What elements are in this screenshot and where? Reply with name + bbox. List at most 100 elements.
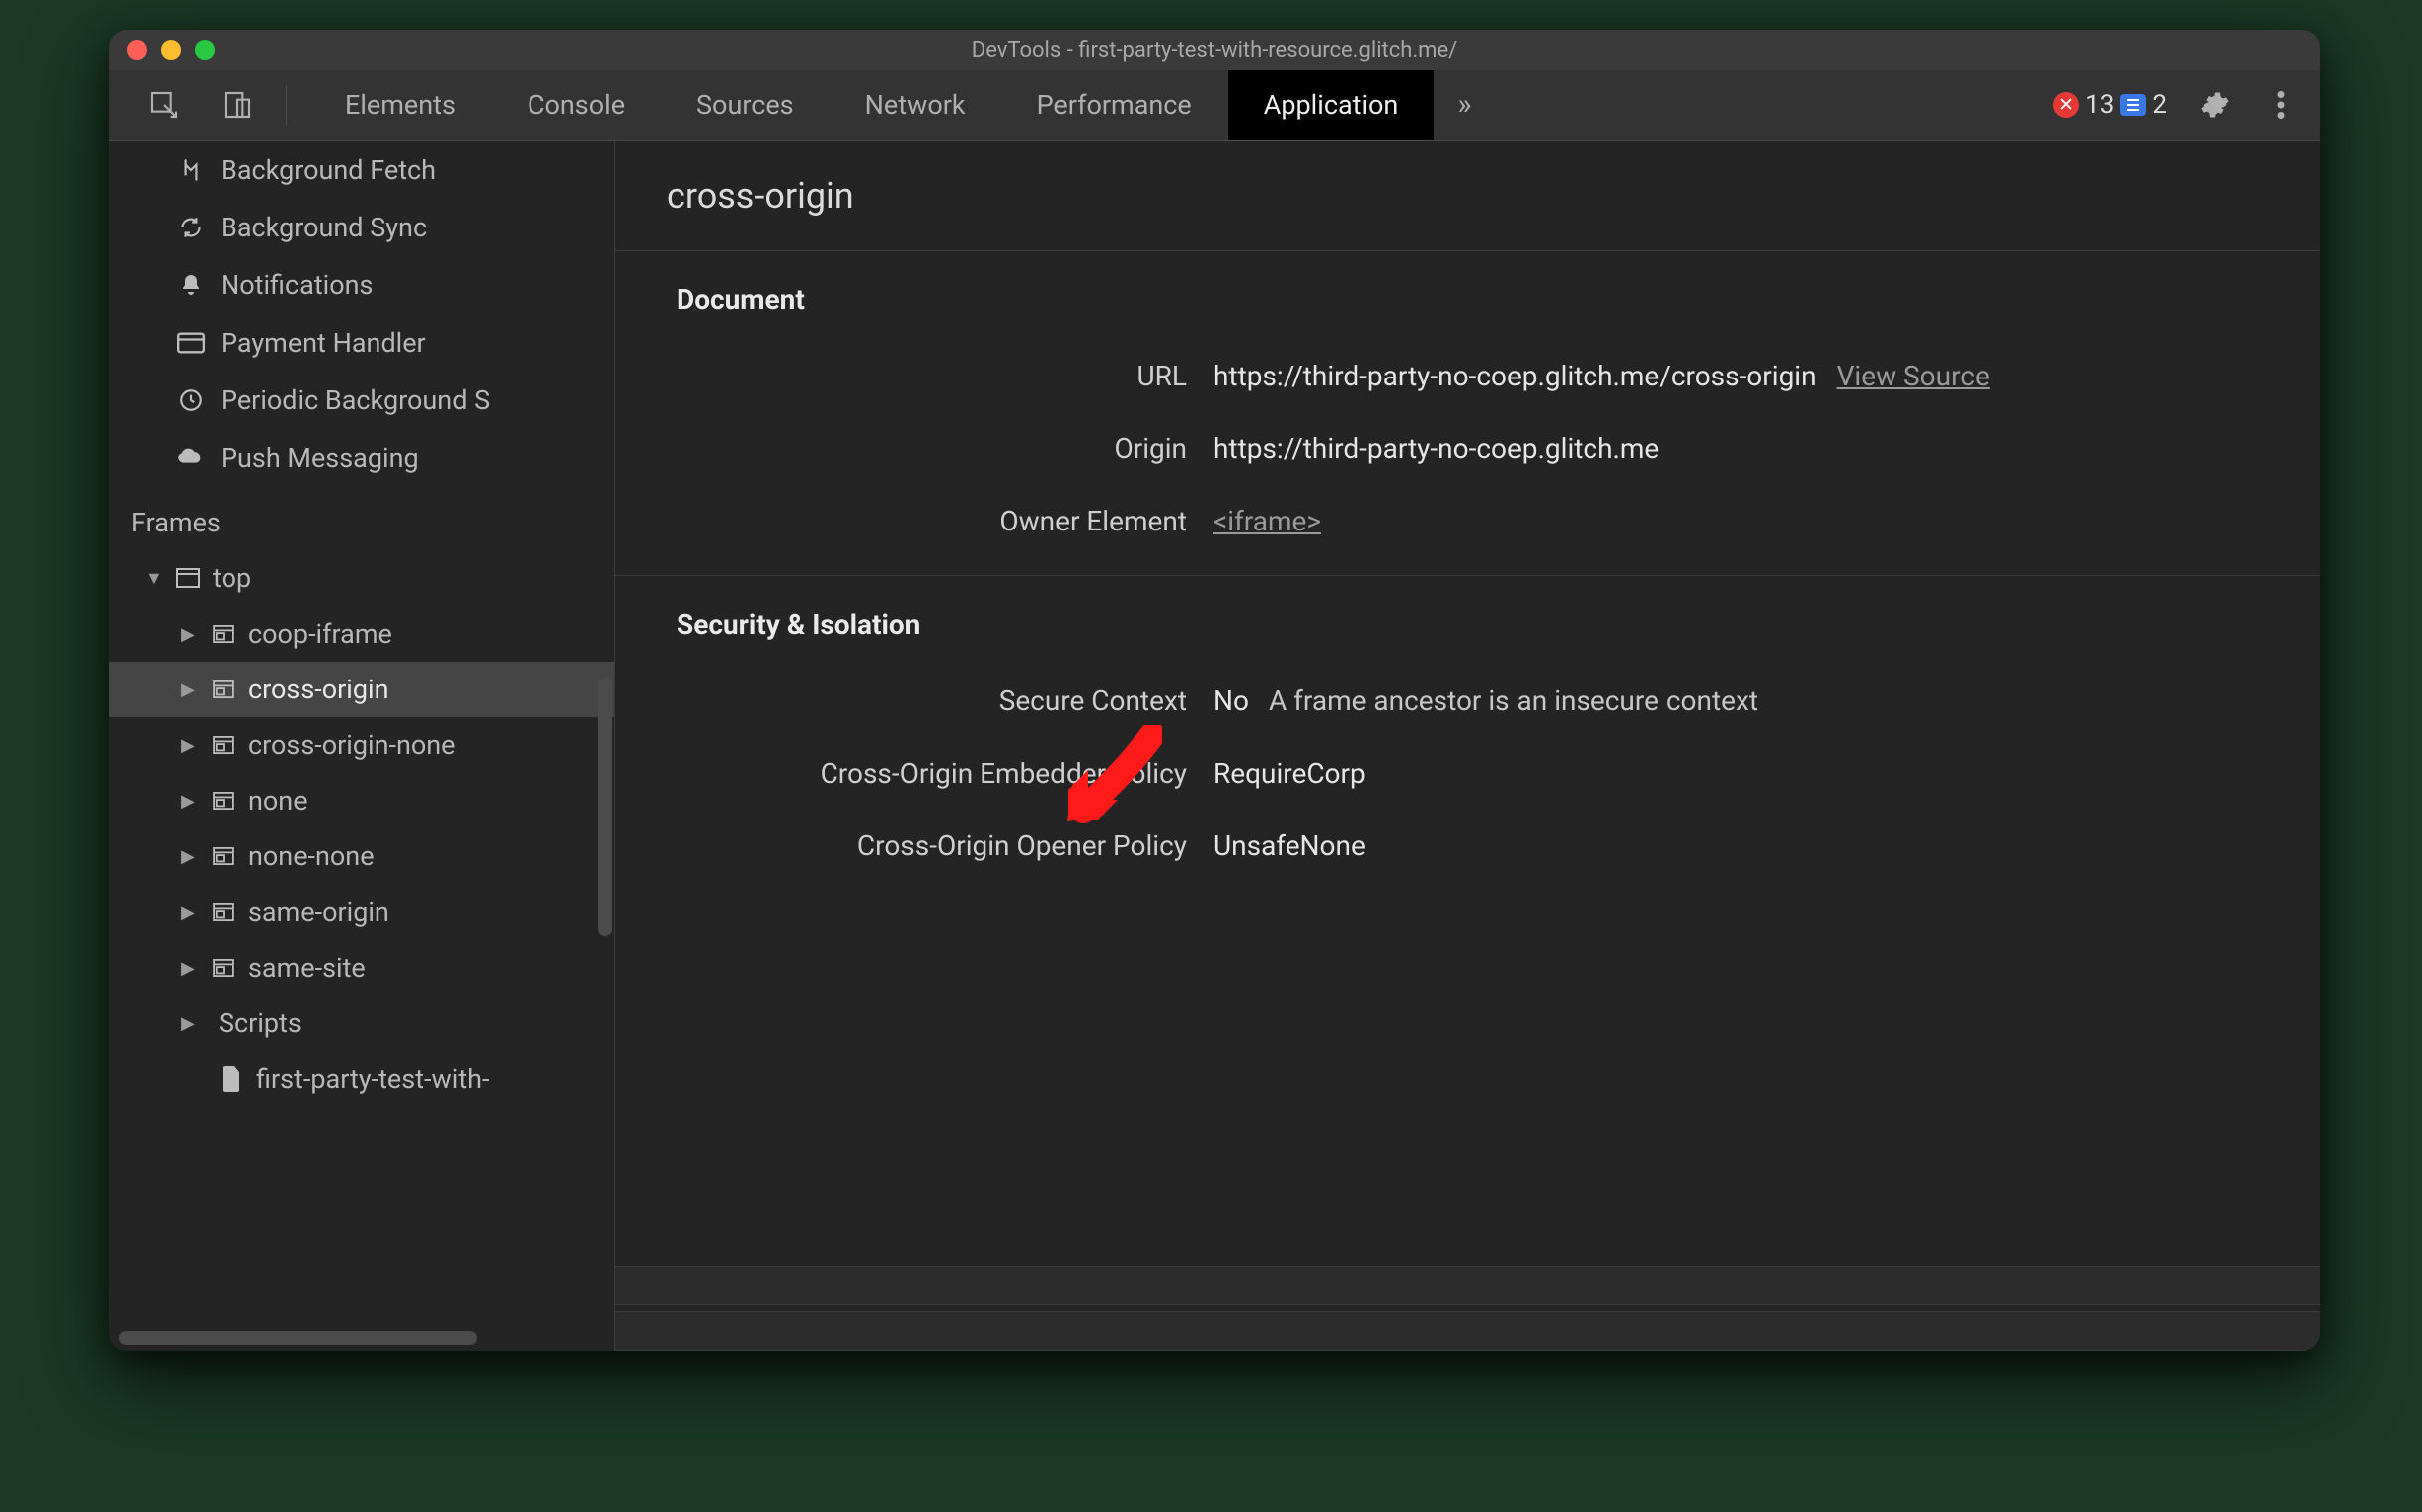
chevron-right-icon: ▶	[181, 1013, 199, 1034]
frame-icon	[209, 680, 238, 698]
sidebar-horizontal-scrollbar-track[interactable]	[109, 1325, 614, 1351]
label-secure-context: Secure Context	[677, 684, 1213, 717]
frame-icon	[209, 847, 238, 865]
settings-button[interactable]	[2191, 80, 2240, 130]
row-owner-element: Owner Element <iframe>	[615, 485, 2320, 557]
devtools-tabs-bar: Elements Console Sources Network Perform…	[109, 70, 2320, 141]
tab-console[interactable]: Console	[492, 70, 661, 140]
zoom-window-button[interactable]	[195, 40, 215, 60]
sidebar-item-notifications[interactable]: Notifications	[109, 256, 614, 314]
chevron-right-double-icon: »	[1457, 87, 1471, 122]
value-coep: RequireCorp	[1213, 757, 2280, 790]
value-origin: https://third-party-no-coep.glitch.me	[1213, 432, 2280, 465]
frame-item-coop-iframe[interactable]: ▶ coop-iframe	[109, 606, 614, 662]
label-url: URL	[677, 360, 1213, 392]
messages-badge-icon	[2120, 94, 2146, 116]
frame-details-panel: cross-origin Document URL https://third-…	[614, 141, 2320, 1351]
frame-icon	[209, 736, 238, 754]
secure-context-value: No	[1213, 684, 1249, 717]
tab-network[interactable]: Network	[830, 70, 1001, 140]
label-owner-element: Owner Element	[677, 505, 1213, 537]
tab-label: Console	[528, 89, 625, 121]
panel-bottom-bar	[615, 1311, 2320, 1351]
tab-sources[interactable]: Sources	[661, 70, 830, 140]
frame-tree-label: cross-origin-none	[248, 729, 456, 761]
sidebar-item-periodic-bg-sync[interactable]: Periodic Background S	[109, 372, 614, 429]
section-heading-document: Document	[615, 251, 2320, 340]
row-secure-context: Secure Context No A frame ancestor is an…	[615, 665, 2320, 737]
inspect-tools	[109, 70, 309, 140]
chevron-right-icon: ▶	[181, 958, 199, 979]
frame-tree-label: cross-origin	[248, 674, 389, 705]
row-coep: Cross-Origin Embedder Policy RequireCorp	[615, 737, 2320, 810]
messages-count: 2	[2152, 90, 2167, 120]
window-icon	[173, 568, 203, 588]
chevron-down-icon: ▼	[145, 568, 163, 589]
frame-tree-label: coop-iframe	[248, 618, 392, 650]
value-coop: UnsafeNone	[1213, 830, 2280, 862]
chevron-right-icon: ▶	[181, 680, 199, 700]
tab-application[interactable]: Application	[1228, 70, 1435, 140]
close-window-button[interactable]	[127, 40, 147, 60]
issues-counters[interactable]: ✕ 13 2	[2045, 90, 2175, 120]
tabs-overflow-button[interactable]: »	[1434, 87, 1495, 122]
tab-label: Elements	[345, 89, 456, 121]
chevron-right-icon: ▶	[181, 846, 199, 867]
divider	[286, 85, 287, 125]
row-url: URL https://third-party-no-coep.glitch.m…	[615, 340, 2320, 412]
sidebar-vertical-scrollbar[interactable]	[598, 678, 612, 936]
sidebar-horizontal-scrollbar-thumb[interactable]	[119, 1331, 477, 1345]
sidebar-item-background-sync[interactable]: Background Sync	[109, 199, 614, 256]
tab-label: Sources	[696, 89, 794, 121]
frame-tree-label: none-none	[248, 840, 375, 872]
owner-element-link[interactable]: <iframe>	[1213, 505, 1321, 537]
chevron-right-icon: ▶	[181, 902, 199, 923]
sidebar-item-background-fetch[interactable]: Background Fetch	[109, 141, 614, 199]
sidebar-item-push-messaging[interactable]: Push Messaging	[109, 429, 614, 487]
view-source-link[interactable]: View Source	[1837, 360, 1990, 392]
sidebar-item-label: Push Messaging	[221, 442, 419, 474]
chevron-right-icon: ▶	[181, 791, 199, 812]
url-text: https://third-party-no-coep.glitch.me/cr…	[1213, 360, 1817, 392]
frame-item-script-file[interactable]: first-party-test-with-	[109, 1051, 614, 1107]
value-owner-element: <iframe>	[1213, 505, 2280, 537]
device-toolbar-icon[interactable]	[213, 80, 262, 130]
tab-label: Application	[1264, 89, 1399, 121]
kebab-icon	[2277, 91, 2285, 119]
row-coop: Cross-Origin Opener Policy UnsafeNone	[615, 810, 2320, 882]
frame-tree-label: none	[248, 785, 308, 817]
panel-bottom-bars	[615, 1266, 2320, 1351]
push-messaging-icon	[175, 447, 207, 469]
panel-bottom-bar	[615, 1266, 2320, 1305]
frame-tree-root[interactable]: ▼ top	[109, 550, 614, 606]
sidebar-item-payment-handler[interactable]: Payment Handler	[109, 314, 614, 372]
frame-title: cross-origin	[615, 141, 2320, 250]
frame-item-none-none[interactable]: ▶ none-none	[109, 829, 614, 884]
frame-item-cross-origin[interactable]: ▶ cross-origin	[109, 662, 614, 717]
frame-icon	[209, 903, 238, 921]
minimize-window-button[interactable]	[161, 40, 181, 60]
chevron-right-icon: ▶	[181, 624, 199, 645]
inspect-element-icon[interactable]	[139, 80, 189, 130]
frames-heading: Frames	[109, 487, 614, 550]
frame-item-cross-origin-none[interactable]: ▶ cross-origin-none	[109, 717, 614, 773]
frame-item-same-site[interactable]: ▶ same-site	[109, 940, 614, 995]
tab-elements[interactable]: Elements	[309, 70, 492, 140]
frame-item-none[interactable]: ▶ none	[109, 773, 614, 829]
frame-item-scripts-folder[interactable]: ▶ Scripts	[109, 995, 614, 1051]
frame-tree-label: first-party-test-with-	[256, 1063, 489, 1095]
devtools-window: DevTools - first-party-test-with-resourc…	[109, 30, 2320, 1351]
sidebar-item-label: Periodic Background S	[221, 384, 490, 416]
frame-tree-label: same-site	[248, 952, 366, 983]
notifications-icon	[175, 272, 207, 298]
error-badge-icon: ✕	[2053, 92, 2079, 118]
tab-performance[interactable]: Performance	[1001, 70, 1228, 140]
application-sidebar: Background Fetch Background Sync Notific…	[109, 141, 614, 1351]
frame-item-same-origin[interactable]: ▶ same-origin	[109, 884, 614, 940]
frame-tree-label: Scripts	[219, 1007, 302, 1039]
tab-label: Performance	[1037, 89, 1192, 121]
kebab-menu-button[interactable]	[2256, 80, 2306, 130]
sidebar-scroll[interactable]: Background Fetch Background Sync Notific…	[109, 141, 614, 1325]
frame-icon	[209, 792, 238, 810]
sidebar-item-label: Notifications	[221, 269, 373, 301]
